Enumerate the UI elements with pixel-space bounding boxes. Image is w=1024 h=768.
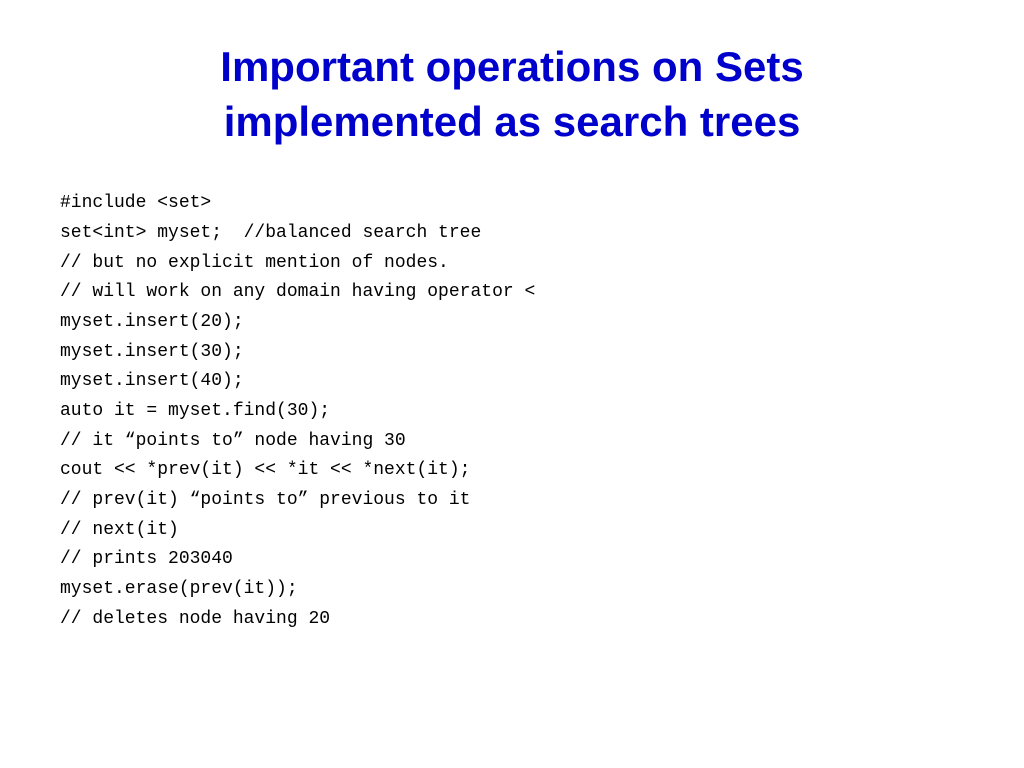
code-line: // next(it) (60, 516, 964, 546)
page-title: Important operations on Sets implemented… (60, 40, 964, 149)
code-section: #include <set>set<int> myset; //balanced… (60, 189, 964, 634)
code-line: // but no explicit mention of nodes. (60, 249, 964, 279)
code-block: #include <set>set<int> myset; //balanced… (60, 189, 964, 634)
code-line: myset.insert(20); (60, 308, 964, 338)
code-line: // prints 203040 (60, 545, 964, 575)
code-line: // will work on any domain having operat… (60, 278, 964, 308)
code-line: // deletes node having 20 (60, 605, 964, 635)
code-line: auto it = myset.find(30); (60, 397, 964, 427)
code-line: myset.erase(prev(it)); (60, 575, 964, 605)
code-line: myset.insert(30); (60, 338, 964, 368)
code-line: #include <set> (60, 189, 964, 219)
code-line: set<int> myset; //balanced search tree (60, 219, 964, 249)
code-line: // prev(it) “points to” previous to it (60, 486, 964, 516)
title-section: Important operations on Sets implemented… (60, 40, 964, 149)
code-line: myset.insert(40); (60, 367, 964, 397)
code-line: cout << *prev(it) << *it << *next(it); (60, 456, 964, 486)
code-line: // it “points to” node having 30 (60, 427, 964, 457)
